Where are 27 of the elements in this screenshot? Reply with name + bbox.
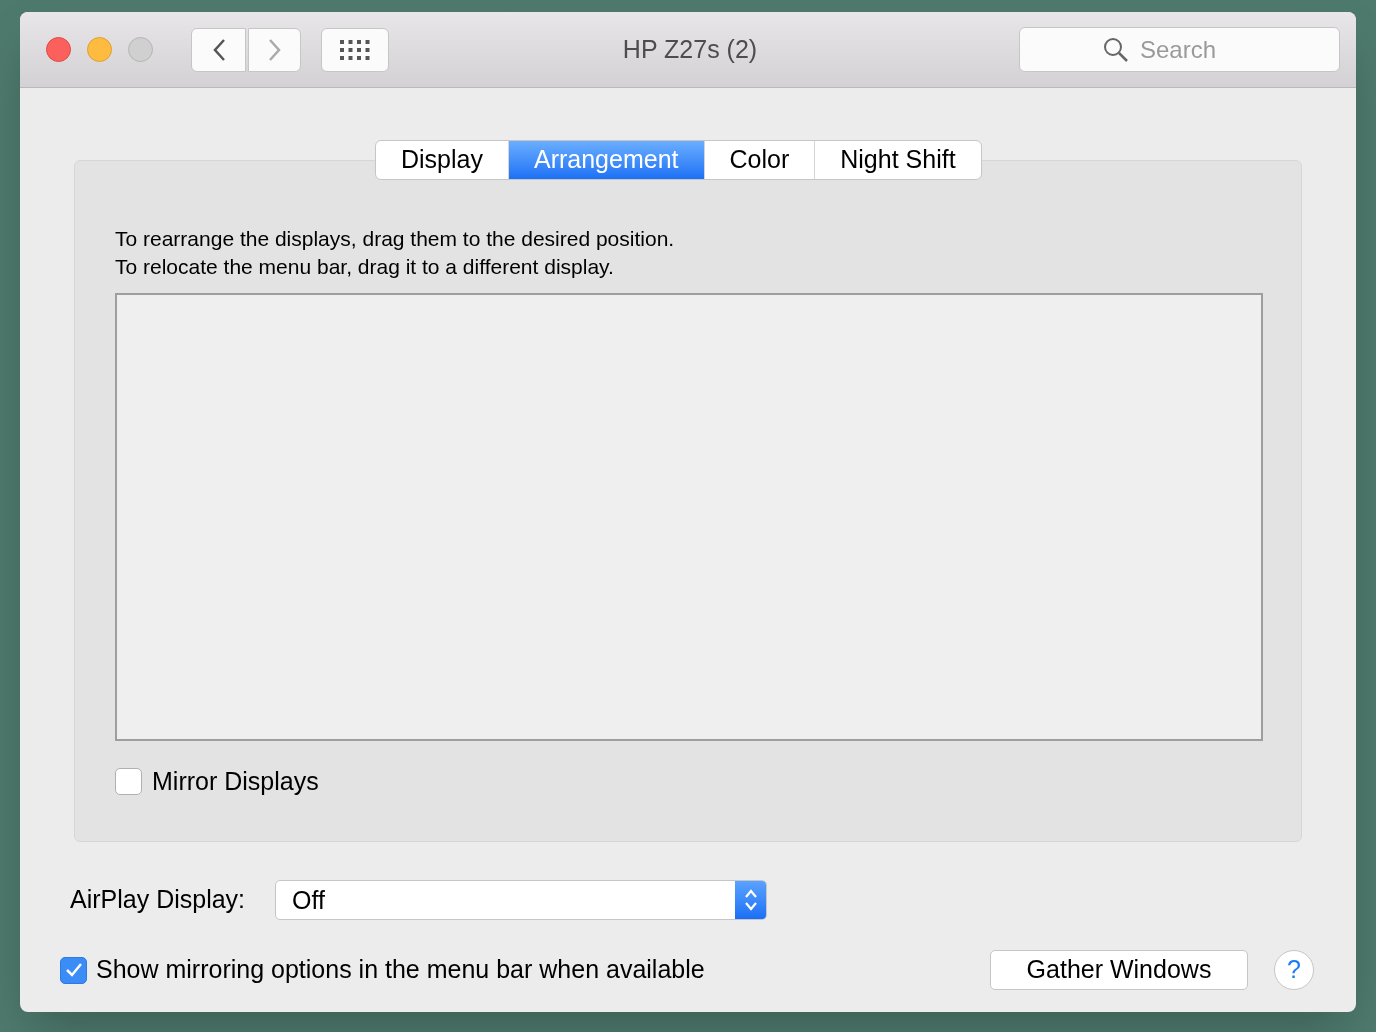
tab[interactable]: Display — [376, 141, 508, 179]
airplay-label: AirPlay Display: — [70, 884, 247, 916]
minimize-button[interactable] — [87, 37, 112, 62]
chevron-right-icon — [267, 37, 282, 62]
gather-windows-button[interactable]: Gather Windows — [990, 950, 1248, 990]
window-title: HP Z27s (2) — [621, 33, 759, 65]
forward-button[interactable] — [248, 27, 301, 72]
show-mirroring-label: Show mirroring options in the menu bar when available — [96, 954, 705, 986]
chevron-left-icon — [211, 37, 226, 62]
tab[interactable]: Night Shift — [814, 141, 981, 179]
checkbox[interactable] — [115, 768, 142, 796]
instruction-text: To relocate the menu bar, drag it to a different display. — [115, 254, 615, 280]
close-button[interactable] — [46, 37, 71, 62]
show-all-button[interactable] — [321, 27, 389, 72]
up-down-arrows-icon — [743, 887, 758, 913]
airplay-popup[interactable]: Off — [275, 880, 767, 920]
grid-icon — [340, 39, 370, 60]
tab[interactable]: Color — [703, 141, 815, 179]
checkbox[interactable] — [60, 956, 87, 984]
back-button[interactable] — [191, 27, 246, 72]
help-button[interactable]: ? — [1274, 950, 1314, 990]
checkmark-icon — [64, 962, 83, 978]
zoom-button[interactable] — [128, 37, 153, 62]
instruction-text: To rearrange the displays, drag them to the desired position. — [115, 226, 676, 252]
search-field[interactable]: Search — [1019, 27, 1340, 72]
mirror-displays-label: Mirror Displays — [152, 766, 319, 797]
search-icon — [1103, 37, 1129, 63]
